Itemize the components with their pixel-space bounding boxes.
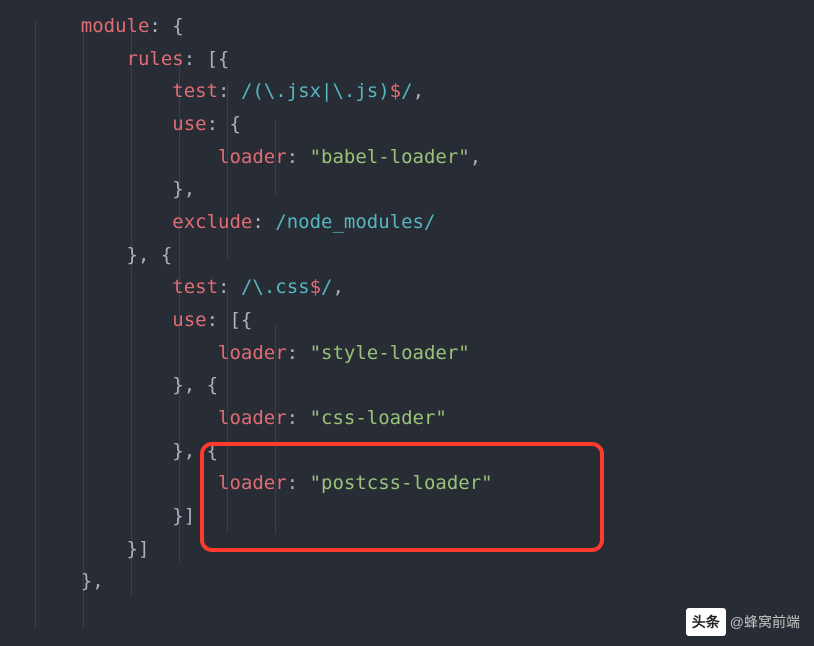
- watermark: 头条 @蜂窝前端: [686, 608, 800, 636]
- string-babel: "babel-loader": [310, 146, 470, 168]
- punct: },: [81, 570, 104, 592]
- punct: },: [172, 178, 195, 200]
- comma: ,: [470, 146, 481, 168]
- punct: }]: [172, 505, 195, 527]
- code-line: loader: "css-loader": [35, 402, 814, 435]
- comma: ,: [413, 80, 424, 102]
- punct: :: [287, 146, 310, 168]
- code-line: loader: "babel-loader",: [35, 141, 814, 174]
- string-style: "style-loader": [310, 342, 470, 364]
- key-use: use: [172, 309, 206, 331]
- regex-end: $: [310, 276, 321, 298]
- regex-close: /: [401, 80, 412, 102]
- key-loader: loader: [218, 407, 287, 429]
- code-line: }, {: [35, 435, 814, 468]
- watermark-text: @蜂窝前端: [730, 610, 800, 634]
- punct: }, {: [172, 374, 218, 396]
- key-exclude: exclude: [172, 211, 252, 233]
- punct: :: [287, 472, 310, 494]
- key-test: test: [172, 276, 218, 298]
- code-line: }]: [35, 500, 814, 533]
- code-line: loader: "style-loader": [35, 337, 814, 370]
- regex-value: /\.css: [241, 276, 310, 298]
- punct: :: [252, 211, 275, 233]
- regex-close: /: [321, 276, 332, 298]
- code-line: },: [35, 173, 814, 206]
- punct: :: [287, 342, 310, 364]
- code-line: test: /\.css$/,: [35, 271, 814, 304]
- regex-end: $: [390, 80, 401, 102]
- punct: :: [287, 407, 310, 429]
- watermark-badge: 头条: [686, 608, 726, 636]
- code-line: module: {: [35, 10, 814, 43]
- code-line: rules: [{: [35, 43, 814, 76]
- key-loader: loader: [218, 472, 287, 494]
- punct: : {: [207, 113, 241, 135]
- punct: }, {: [172, 440, 218, 462]
- code-line: },: [35, 565, 814, 598]
- code-line: exclude: /node_modules/: [35, 206, 814, 239]
- code-line: use: {: [35, 108, 814, 141]
- punct: }, {: [127, 244, 173, 266]
- string-postcss: "postcss-loader": [310, 472, 493, 494]
- code-line: }, {: [35, 369, 814, 402]
- code-line: test: /(\.jsx|\.js)$/,: [35, 75, 814, 108]
- code-editor: module: { rules: [{ test: /(\.jsx|\.js)$…: [0, 10, 814, 598]
- key-use: use: [172, 113, 206, 135]
- code-line: }, {: [35, 239, 814, 272]
- key-test: test: [172, 80, 218, 102]
- punct: : [{: [207, 309, 253, 331]
- regex-value: /(\.jsx|\.js): [241, 80, 390, 102]
- comma: ,: [332, 276, 343, 298]
- code-line: loader: "postcss-loader": [35, 467, 814, 500]
- key-loader: loader: [218, 342, 287, 364]
- punct: }]: [127, 538, 150, 560]
- punct: :: [218, 80, 241, 102]
- key-module: module: [81, 15, 150, 37]
- punct: :: [218, 276, 241, 298]
- code-line: use: [{: [35, 304, 814, 337]
- punct: : {: [149, 15, 183, 37]
- key-rules: rules: [127, 48, 184, 70]
- string-css: "css-loader": [310, 407, 447, 429]
- code-line: }]: [35, 533, 814, 566]
- punct: : [{: [184, 48, 230, 70]
- key-loader: loader: [218, 146, 287, 168]
- regex-value: /node_modules/: [275, 211, 435, 233]
